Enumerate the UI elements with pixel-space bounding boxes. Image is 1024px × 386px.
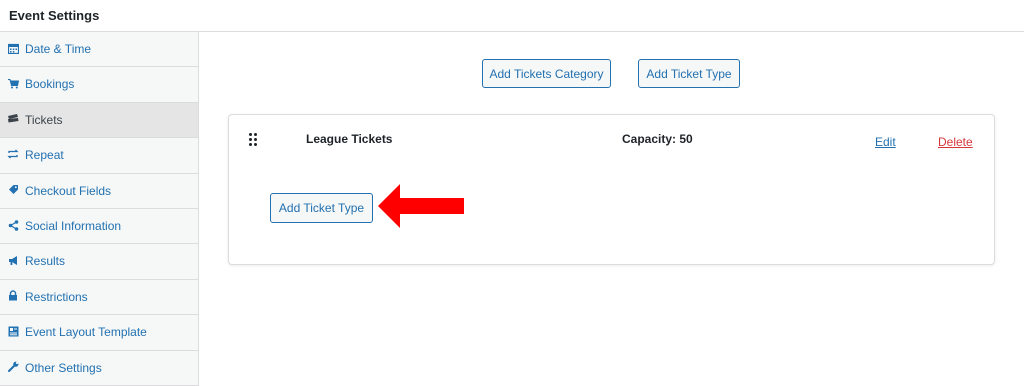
sidebar-item-label: Repeat — [25, 148, 64, 163]
share-icon — [7, 219, 19, 231]
sidebar-item-label: Date & Time — [25, 42, 92, 56]
megaphone-icon — [7, 254, 19, 266]
calendar-icon — [7, 42, 19, 54]
sidebar-item-date-time[interactable]: Date & Time — [0, 32, 198, 68]
sidebar-item-label: Checkout Fields — [25, 183, 112, 198]
sidebar-item-social-information[interactable]: Social Information — [0, 209, 198, 245]
sidebar-item-results[interactable]: Results — [0, 244, 198, 280]
edit-category-link[interactable]: Edit — [875, 135, 896, 149]
add-tickets-category-button[interactable]: Add Tickets Category — [482, 59, 611, 88]
page-title: Event Settings — [9, 8, 100, 23]
tickets-icon — [7, 113, 19, 125]
wrench-icon — [7, 361, 19, 373]
sidebar-item-tickets[interactable]: Tickets — [0, 102, 198, 139]
sidebar-item-label: Other Settings — [25, 360, 102, 375]
delete-category-link[interactable]: Delete — [938, 135, 973, 149]
sidebar-item-restrictions[interactable]: Restrictions — [0, 280, 198, 316]
settings-sidebar: Date & Time Bookings Tickets Repeat Chec… — [0, 32, 199, 386]
tag-icon — [7, 184, 19, 196]
sidebar-item-label: Restrictions — [25, 289, 88, 304]
drag-handle-icon[interactable] — [249, 133, 259, 147]
add-ticket-type-inline-button[interactable]: Add Ticket Type — [270, 193, 373, 223]
lock-icon — [7, 290, 19, 302]
sidebar-item-label: Event Layout Template — [25, 325, 147, 340]
ticket-category-capacity: Capacity: 50 — [622, 132, 693, 146]
settings-header: Event Settings — [0, 0, 1024, 32]
ticket-category-card: League Tickets Capacity: 50 Edit Delete … — [228, 114, 995, 265]
sidebar-item-repeat[interactable]: Repeat — [0, 138, 198, 174]
sidebar-item-label: Bookings — [25, 77, 75, 92]
red-arrow-annotation — [378, 184, 464, 228]
sidebar-item-checkout-fields[interactable]: Checkout Fields — [0, 174, 198, 209]
sidebar-item-label: Social Information — [25, 219, 122, 233]
ticket-category-name: League Tickets — [306, 132, 393, 146]
layout-icon — [7, 325, 19, 337]
sidebar-item-label: Results — [25, 254, 66, 269]
cart-icon — [7, 77, 19, 89]
sidebar-item-label: Tickets — [25, 112, 63, 127]
sidebar-item-event-layout-template[interactable]: Event Layout Template — [0, 315, 198, 351]
repeat-icon — [7, 148, 19, 160]
sidebar-item-bookings[interactable]: Bookings — [0, 67, 198, 103]
sidebar-item-other-settings[interactable]: Other Settings — [0, 351, 198, 386]
add-ticket-type-button[interactable]: Add Ticket Type — [638, 59, 740, 88]
